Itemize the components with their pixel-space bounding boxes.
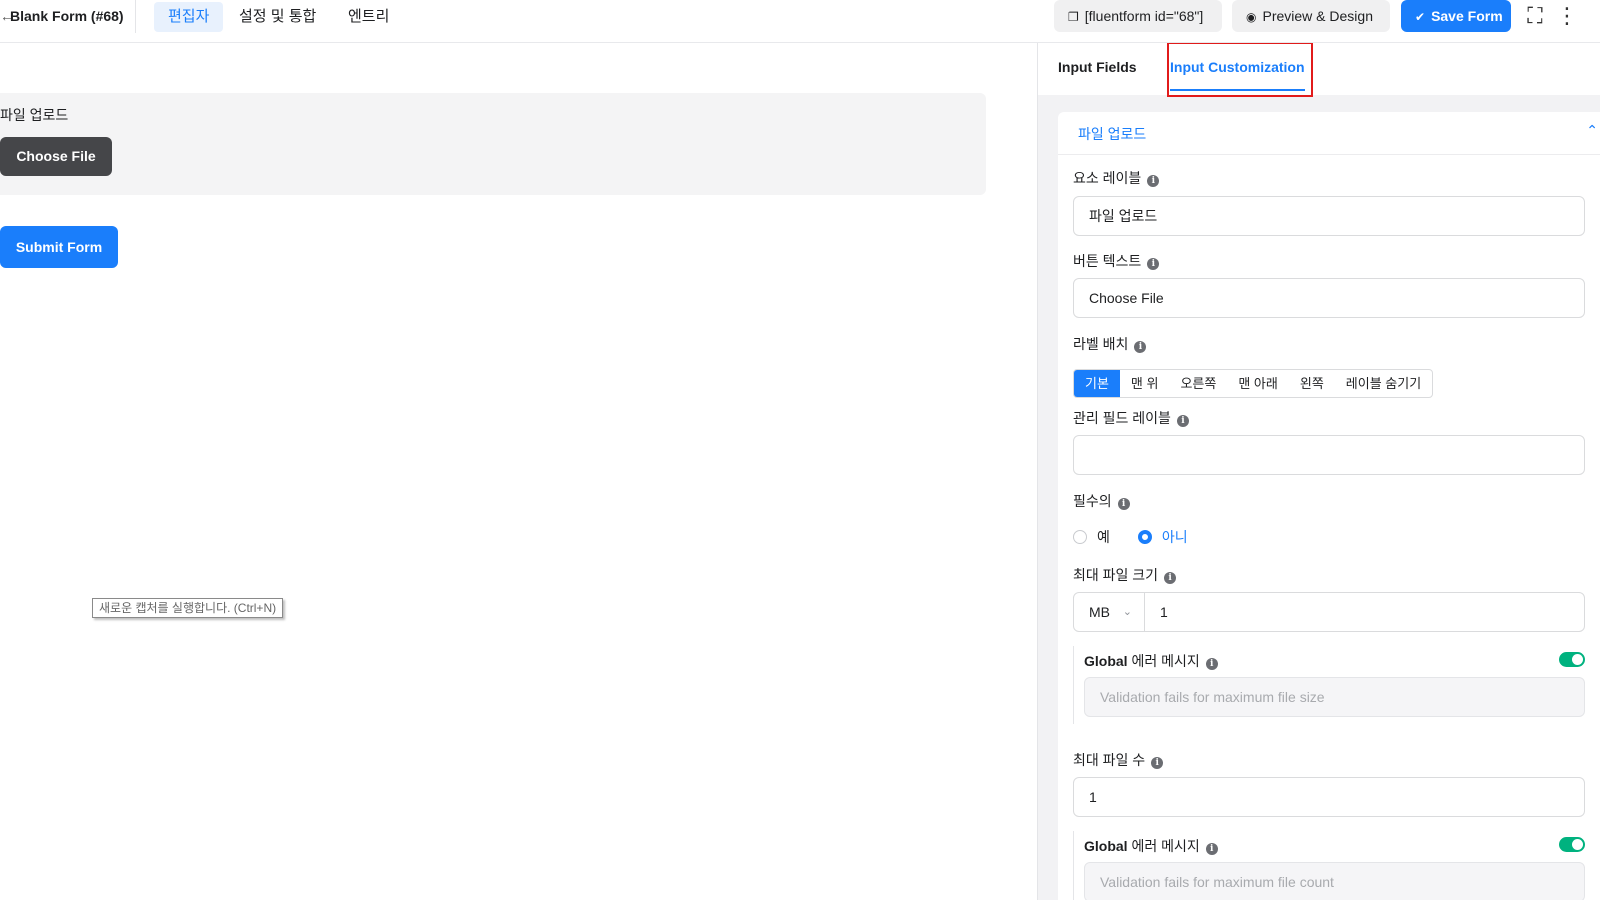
- placement-option-hide[interactable]: 레이블 숨기기: [1335, 370, 1432, 397]
- file-count-error-block: Global 에러 메시지 i Validation fails for maxi…: [1073, 831, 1585, 900]
- info-icon[interactable]: i: [1205, 658, 1218, 670]
- tab-input-customization-label: Input Customization: [1170, 59, 1305, 75]
- placement-option-top[interactable]: 맨 위: [1120, 370, 1170, 397]
- info-icon[interactable]: i: [1134, 341, 1147, 353]
- size-unit-value: MB: [1089, 604, 1110, 620]
- required-text: 필수의: [1073, 493, 1112, 509]
- save-form-text: Save Form: [1431, 8, 1503, 24]
- field-label: 파일 업로드: [0, 107, 69, 123]
- admin-field-label-heading: 관리 필드 레이블 i: [1073, 408, 1189, 428]
- eye-icon: ◉: [1246, 10, 1257, 24]
- file-size-error-input[interactable]: Validation fails for maximum file size: [1084, 677, 1585, 717]
- preview-design-button[interactable]: ◉ Preview & Design: [1232, 0, 1390, 32]
- file-count-error-input[interactable]: Validation fails for maximum file count: [1084, 862, 1585, 900]
- max-file-size-group: MB ⌄ 1: [1073, 592, 1585, 632]
- file-size-global-error-heading: Global 에러 메시지 i: [1084, 651, 1218, 671]
- max-file-count-input[interactable]: 1: [1073, 777, 1585, 817]
- shortcode-text: [fluentform id="68"]: [1084, 8, 1204, 24]
- label-placement-group: 기본 맨 위 오른쪽 맨 아래 왼쪽 레이블 숨기기: [1073, 369, 1434, 398]
- file-upload-field-preview[interactable]: 파일 업로드 Choose File: [0, 93, 986, 195]
- error-message-label: 에러 메시지: [1131, 653, 1200, 669]
- placement-option-left[interactable]: 왼쪽: [1289, 370, 1335, 397]
- file-count-global-error-heading: Global 에러 메시지 i: [1084, 836, 1218, 856]
- form-title-text: Blank Form (#68): [10, 8, 124, 24]
- global-label: Global: [1084, 653, 1128, 669]
- info-icon[interactable]: i: [1151, 757, 1164, 769]
- label-placement-text: 라벨 배치: [1073, 336, 1129, 352]
- panel-tabs: Input Fields Input Customization: [1038, 43, 1600, 97]
- preview-design-text: Preview & Design: [1262, 8, 1373, 24]
- file-count-global-error-toggle[interactable]: [1559, 837, 1585, 852]
- choose-file-button[interactable]: Choose File: [0, 137, 112, 176]
- tab-input-fields[interactable]: Input Fields: [1058, 43, 1137, 95]
- info-icon[interactable]: i: [1176, 415, 1189, 427]
- element-label-heading: 요소 레이블 i: [1073, 168, 1160, 188]
- chevron-up-icon[interactable]: ⌃: [1586, 122, 1598, 139]
- fullscreen-icon[interactable]: ⛶: [1521, 2, 1549, 30]
- max-file-size-text: 최대 파일 크기: [1073, 567, 1159, 583]
- button-text-input[interactable]: Choose File: [1073, 278, 1585, 318]
- admin-field-label-input[interactable]: [1073, 435, 1585, 475]
- submit-form-button[interactable]: Submit Form: [0, 226, 118, 268]
- label-placement-heading: 라벨 배치 i: [1073, 334, 1147, 354]
- tab-editor[interactable]: 편집자: [154, 2, 224, 32]
- info-icon[interactable]: i: [1205, 843, 1218, 855]
- button-text-heading: 버튼 텍스트 i: [1073, 251, 1160, 271]
- form-editor-canvas: 파일 업로드 Choose File Submit Form 새로운 캡처를 실…: [0, 43, 1037, 900]
- placement-option-bottom[interactable]: 맨 아래: [1227, 370, 1289, 397]
- info-icon[interactable]: i: [1147, 175, 1160, 187]
- settings-panel: Input Fields Input Customization 파일 업로드 …: [1037, 43, 1600, 900]
- info-icon[interactable]: i: [1164, 572, 1177, 584]
- placement-option-right[interactable]: 오른쪽: [1169, 370, 1227, 397]
- required-no-label[interactable]: 아니: [1162, 527, 1188, 547]
- admin-field-label-text: 관리 필드 레이블: [1073, 410, 1171, 426]
- max-file-size-input[interactable]: 1: [1160, 593, 1168, 631]
- max-file-size-heading: 최대 파일 크기 i: [1073, 565, 1177, 585]
- required-heading: 필수의 i: [1073, 491, 1130, 511]
- shortcode-button[interactable]: ❐ [fluentform id="68"]: [1054, 0, 1222, 32]
- required-yes-radio[interactable]: [1073, 530, 1087, 544]
- required-radio-group: 예 아니: [1073, 528, 1216, 546]
- capture-tooltip: 새로운 캡처를 실행합니다. (Ctrl+N): [92, 598, 284, 618]
- tab-entries[interactable]: 엔트리: [334, 2, 403, 32]
- placement-option-default[interactable]: 기본: [1074, 370, 1120, 397]
- required-yes-label[interactable]: 예: [1097, 527, 1110, 547]
- button-text-label: 버튼 텍스트: [1073, 253, 1142, 269]
- tab-settings-integrations[interactable]: 설정 및 통합: [225, 2, 330, 32]
- form-title[interactable]: ←Blank Form (#68): [0, 0, 136, 33]
- check-circle-icon: ✔: [1415, 10, 1426, 24]
- max-file-count-heading: 최대 파일 수 i: [1073, 750, 1164, 770]
- element-label-input[interactable]: 파일 업로드: [1073, 196, 1585, 236]
- max-file-count-text: 최대 파일 수: [1073, 752, 1146, 768]
- tab-input-customization[interactable]: Input Customization: [1170, 43, 1305, 95]
- copy-icon: ❐: [1068, 10, 1079, 24]
- active-tab-underline: [1170, 89, 1305, 91]
- info-icon[interactable]: i: [1117, 498, 1130, 510]
- settings-card: 파일 업로드 ⌃ 요소 레이블 i 파일 업로드 버튼 텍스트 i Choose F…: [1058, 112, 1600, 900]
- section-header[interactable]: 파일 업로드 ⌃: [1058, 112, 1600, 155]
- size-unit-select[interactable]: MB ⌄: [1074, 593, 1145, 631]
- required-no-radio[interactable]: [1137, 530, 1152, 544]
- global-label: Global: [1084, 838, 1128, 854]
- file-size-error-block: Global 에러 메시지 i Validation fails for maxi…: [1073, 646, 1585, 724]
- back-arrow-icon[interactable]: ←: [0, 0, 14, 33]
- more-options-icon[interactable]: ⋮: [1556, 2, 1578, 30]
- info-icon[interactable]: i: [1147, 258, 1160, 270]
- top-bar: ←Blank Form (#68) 편집자 설정 및 통합 엔트리 ❐ [flue…: [0, 0, 1600, 43]
- error-message-label: 에러 메시지: [1131, 838, 1200, 854]
- save-form-button[interactable]: ✔ Save Form: [1401, 0, 1511, 32]
- section-title: 파일 업로드: [1078, 126, 1147, 142]
- element-label-text: 요소 레이블: [1073, 170, 1142, 186]
- file-size-global-error-toggle[interactable]: [1559, 652, 1585, 667]
- chevron-down-icon: ⌄: [1122, 606, 1132, 618]
